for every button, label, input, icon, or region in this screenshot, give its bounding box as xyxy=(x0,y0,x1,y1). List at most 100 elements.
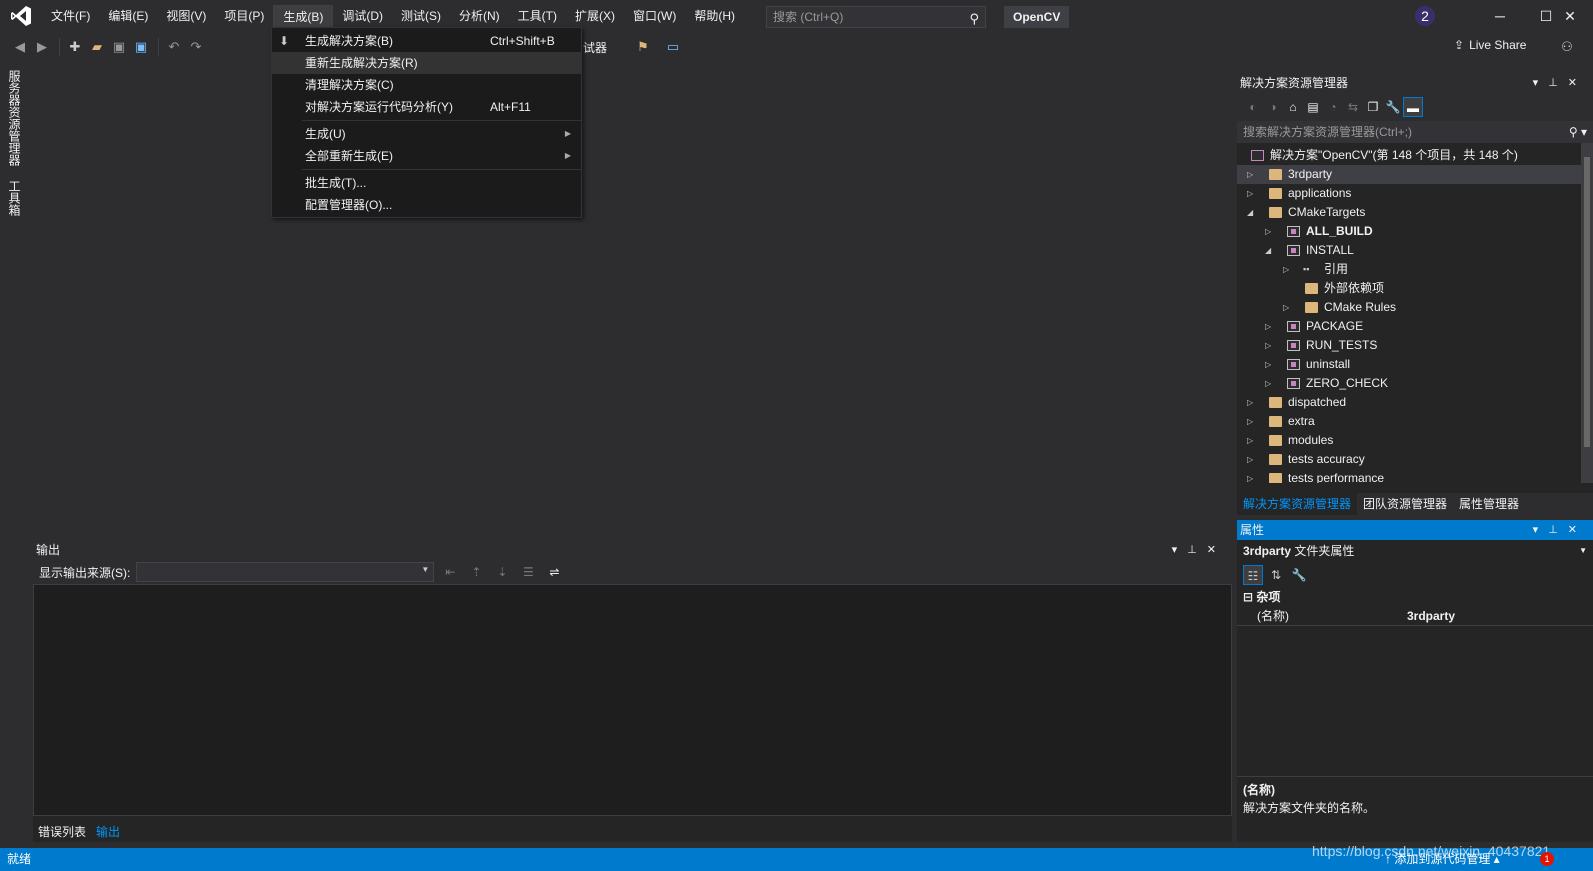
expand-arrow-icon[interactable]: ▷ xyxy=(1247,412,1253,431)
notification-badge[interactable]: 1 xyxy=(1540,852,1554,866)
find-message-icon[interactable]: ⇤ xyxy=(440,562,460,582)
menu-debug[interactable]: 调试(D) xyxy=(333,5,392,27)
tree-item-package[interactable]: ▷ PACKAGE xyxy=(1237,317,1593,336)
tree-item-dispatched[interactable]: ▷ dispatched xyxy=(1237,393,1593,412)
expand-arrow-icon[interactable]: ▷ xyxy=(1247,184,1253,203)
tree-item-modules[interactable]: ▷ modules xyxy=(1237,431,1593,450)
tree-item-tests-accuracy[interactable]: ▷ tests accuracy xyxy=(1237,450,1593,469)
prev-message-icon[interactable]: ⇡ xyxy=(466,562,486,582)
collapse-arrow-icon[interactable]: ◢ xyxy=(1265,241,1271,260)
debug-target-partial[interactable]: 试器 xyxy=(583,39,607,56)
tree-item-3rdparty[interactable]: ▷ 3rdparty xyxy=(1237,165,1593,184)
tree-item-solution[interactable]: 解决方案"OpenCV"(第 148 个项目，共 148 个) xyxy=(1237,146,1593,165)
tree-item-extra[interactable]: ▷ extra xyxy=(1237,412,1593,431)
build-submenu-item[interactable]: 生成(U) ▶ xyxy=(272,123,581,145)
expand-arrow-icon[interactable]: ▷ xyxy=(1265,355,1271,374)
next-message-icon[interactable]: ⇣ xyxy=(492,562,512,582)
menu-help[interactable]: 帮助(H) xyxy=(685,5,744,27)
forward-icon[interactable]: ◑ xyxy=(1263,97,1283,117)
live-share-button[interactable]: ⇪ Live Share xyxy=(1454,38,1526,52)
navigate-forward-icon[interactable]: ▶ xyxy=(32,37,52,57)
tab-output[interactable]: 输出 xyxy=(91,822,126,842)
expand-arrow-icon[interactable]: ▷ xyxy=(1283,260,1289,279)
expand-arrow-icon[interactable]: ▷ xyxy=(1247,469,1253,483)
rebuild-solution-item[interactable]: 重新生成解决方案(R) xyxy=(272,52,581,74)
output-text-area[interactable] xyxy=(33,584,1232,816)
tree-item-cmake-rules[interactable]: ▷ CMake Rules xyxy=(1237,298,1593,317)
expand-arrow-icon[interactable]: ▷ xyxy=(1265,374,1271,393)
scrollbar-thumb[interactable] xyxy=(1584,157,1590,447)
tab-team-explorer[interactable]: 团队资源管理器 xyxy=(1357,493,1453,515)
menu-file[interactable]: 文件(F) xyxy=(42,5,99,27)
menu-build[interactable]: 生成(B) xyxy=(273,5,334,27)
collapse-arrow-icon[interactable]: ◢ xyxy=(1247,203,1253,222)
property-row[interactable]: (名称) 3rdparty xyxy=(1237,607,1593,626)
server-explorer-tab[interactable]: 服务器资源管理器 xyxy=(6,70,23,166)
tree-item-zero-check[interactable]: ▷ ZERO_CHECK xyxy=(1237,374,1593,393)
expand-arrow-icon[interactable]: ▷ xyxy=(1247,393,1253,412)
save-icon[interactable]: ▣ xyxy=(109,37,129,57)
menu-analyze[interactable]: 分析(N) xyxy=(450,5,509,27)
build-solution-item[interactable]: ⬇ 生成解决方案(B) Ctrl+Shift+B xyxy=(272,30,581,52)
minimize-button[interactable]: ─ xyxy=(1477,0,1523,32)
global-search-input[interactable]: 搜索 (Ctrl+Q) ⚲ xyxy=(766,6,986,28)
tab-solution-explorer[interactable]: 解决方案资源管理器 xyxy=(1237,493,1358,515)
open-file-icon[interactable]: ▰ xyxy=(87,37,107,57)
new-project-icon[interactable]: ✚ xyxy=(65,37,85,57)
tree-scrollbar[interactable] xyxy=(1581,143,1593,483)
panel-controls[interactable]: ▾⊥✕ xyxy=(1172,540,1226,560)
property-pages-icon[interactable]: 🔧 xyxy=(1289,565,1309,585)
tree-item-references[interactable]: ▷ ▪▪ 引用 xyxy=(1237,260,1593,279)
panel-controls[interactable]: ▾⊥✕ xyxy=(1533,520,1587,540)
categorized-icon[interactable]: ☷ xyxy=(1243,565,1263,585)
expand-arrow-icon[interactable]: ▷ xyxy=(1265,317,1271,336)
tab-property-manager[interactable]: 属性管理器 xyxy=(1453,493,1525,515)
property-category[interactable]: ⊟ 杂项 xyxy=(1237,588,1593,607)
alphabetical-icon[interactable]: ⇅ xyxy=(1266,565,1286,585)
home-icon[interactable]: ⌂ xyxy=(1283,97,1303,117)
sync-icon[interactable]: ⇆ xyxy=(1343,97,1363,117)
clean-solution-item[interactable]: 清理解决方案(C) xyxy=(272,74,581,96)
tree-item-applications[interactable]: ▷ applications xyxy=(1237,184,1593,203)
tab-error-list[interactable]: 错误列表 xyxy=(33,822,91,842)
menu-project[interactable]: 项目(P) xyxy=(215,5,273,27)
word-wrap-icon[interactable]: ⇌ xyxy=(544,562,564,582)
screen-icon[interactable]: ▭ xyxy=(663,37,683,57)
tree-item-external-deps[interactable]: 外部依赖项 xyxy=(1237,279,1593,298)
expand-arrow-icon[interactable]: ▷ xyxy=(1247,431,1253,450)
undo-icon[interactable]: ↶ xyxy=(164,37,184,57)
redo-icon[interactable]: ↷ xyxy=(186,37,206,57)
run-code-analysis-item[interactable]: 对解决方案运行代码分析(Y) Alt+F11 xyxy=(272,96,581,118)
expand-arrow-icon[interactable]: ▷ xyxy=(1265,336,1271,355)
expand-arrow-icon[interactable]: ▷ xyxy=(1283,298,1289,317)
tree-item-tests-performance[interactable]: ▷ tests performance xyxy=(1237,469,1593,483)
tree-item-install[interactable]: ◢ INSTALL xyxy=(1237,241,1593,260)
property-value[interactable]: 3rdparty xyxy=(1407,607,1455,626)
configuration-manager-item[interactable]: 配置管理器(O)... xyxy=(272,194,581,216)
tree-item-cmaketargets[interactable]: ◢ CMakeTargets xyxy=(1237,203,1593,222)
feedback-icon[interactable]: ⚇ xyxy=(1557,37,1577,57)
tree-item-run-tests[interactable]: ▷ RUN_TESTS xyxy=(1237,336,1593,355)
clear-all-icon[interactable]: ☰ xyxy=(518,562,538,582)
properties-wrench-icon[interactable]: 🔧 xyxy=(1383,97,1403,117)
expand-arrow-icon[interactable]: ▷ xyxy=(1265,222,1271,241)
collapse-all-icon[interactable]: ❐ xyxy=(1363,97,1383,117)
tree-item-all-build[interactable]: ▷ ALL_BUILD xyxy=(1237,222,1593,241)
menu-extensions[interactable]: 扩展(X) xyxy=(566,5,624,27)
tree-item-uninstall[interactable]: ▷ uninstall xyxy=(1237,355,1593,374)
preview-selected-icon[interactable]: ▬ xyxy=(1403,97,1423,117)
toolbox-tab[interactable]: 工具箱 xyxy=(6,180,23,216)
menu-view[interactable]: 视图(V) xyxy=(157,5,215,27)
back-icon[interactable]: ◐ xyxy=(1243,97,1263,117)
menu-test[interactable]: 测试(S) xyxy=(392,5,450,27)
navigate-back-icon[interactable]: ◀ xyxy=(10,37,30,57)
switch-views-icon[interactable]: ▤ xyxy=(1303,97,1323,117)
close-button[interactable]: ✕ xyxy=(1547,0,1593,32)
expand-arrow-icon[interactable]: ▷ xyxy=(1247,450,1253,469)
menu-edit[interactable]: 编辑(E) xyxy=(99,5,157,27)
menu-window[interactable]: 窗口(W) xyxy=(624,5,685,27)
collapse-icon[interactable]: ⊟ xyxy=(1243,590,1253,604)
find-in-files-icon[interactable]: ⚑ xyxy=(633,37,653,57)
notification-avatar[interactable]: 2 xyxy=(1415,6,1435,26)
rebuild-all-submenu-item[interactable]: 全部重新生成(E) ▶ xyxy=(272,145,581,167)
